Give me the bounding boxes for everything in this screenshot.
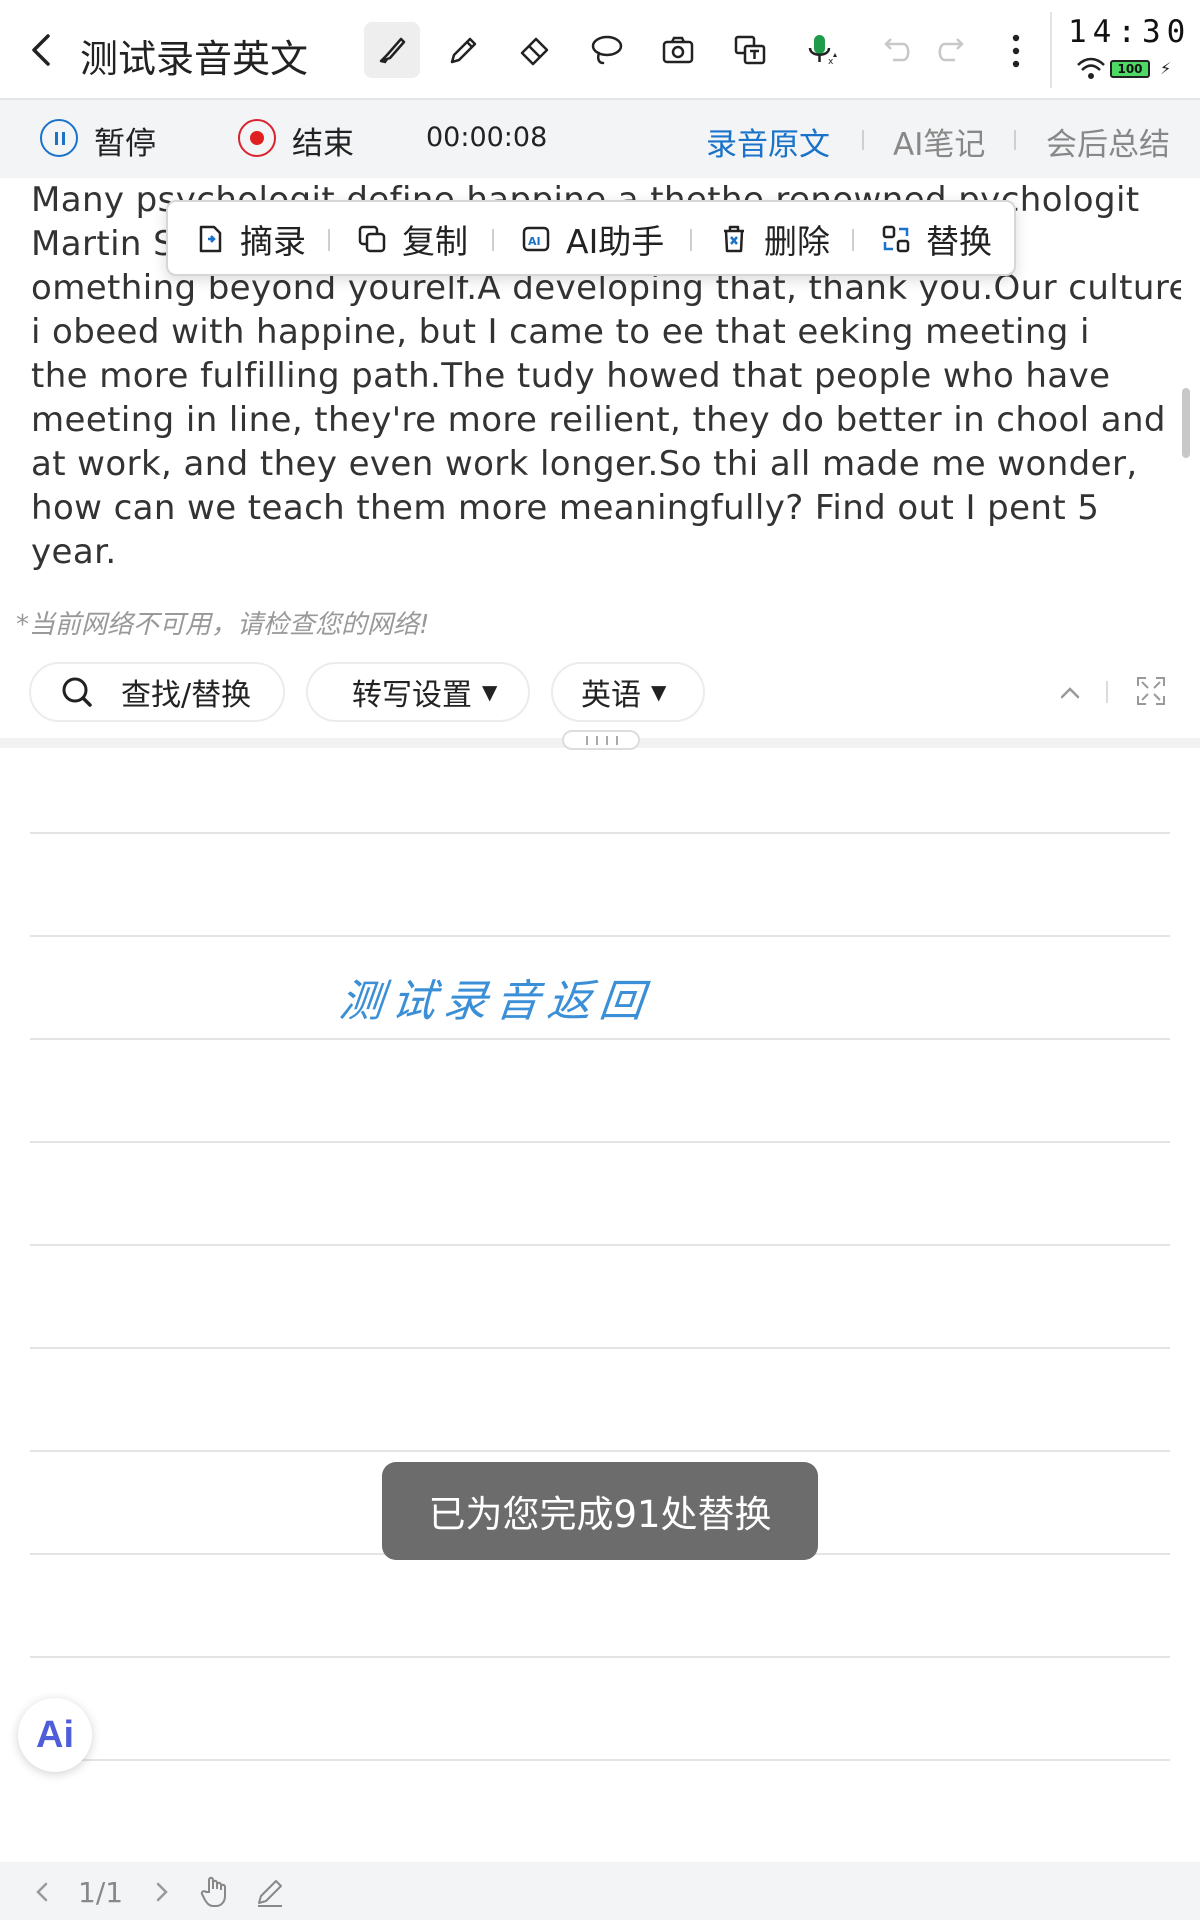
- notebook-line: [30, 1244, 1170, 1246]
- translate-icon[interactable]: [722, 22, 778, 78]
- fullscreen-icon[interactable]: [1134, 674, 1168, 708]
- svg-text:AI: AI: [528, 235, 541, 248]
- handwritten-note[interactable]: 测试录音返回: [337, 965, 656, 1029]
- page-indicator: 1/1: [78, 1876, 124, 1909]
- excerpt-label: 摘录: [240, 222, 306, 261]
- toast-message: 已为您完成91处替换: [382, 1462, 818, 1560]
- caret-down-icon: ▼: [482, 680, 498, 704]
- search-icon: [62, 677, 92, 707]
- copy-button[interactable]: 复制: [356, 216, 468, 262]
- ai-assistant-fab[interactable]: Ai: [18, 1698, 92, 1772]
- notebook-line: [30, 1656, 1170, 1658]
- pen-mode-icon[interactable]: [254, 1874, 286, 1908]
- pause-icon[interactable]: [40, 119, 78, 157]
- notebook-line: [30, 1759, 1170, 1761]
- language-dropdown[interactable]: 英语 ▼: [551, 662, 705, 722]
- stop-icon[interactable]: [238, 119, 276, 157]
- network-notice: *当前网络不可用，请检查您的网络!: [16, 610, 430, 640]
- transcript-line: i obeed with happine, but I came to ee t…: [31, 312, 1090, 352]
- chevron-left-icon[interactable]: [32, 1880, 52, 1904]
- drag-handle[interactable]: [562, 730, 640, 750]
- copy-label: 复制: [402, 222, 468, 261]
- caret-down-icon: ▼: [651, 680, 667, 704]
- notebook-line: [30, 1450, 1170, 1452]
- find-replace-label: 查找/替换: [121, 678, 252, 713]
- controls-divider: [1106, 681, 1108, 703]
- ai-assistant-label: AI助手: [566, 222, 665, 261]
- svg-text:x: x: [828, 57, 834, 67]
- hand-icon[interactable]: [198, 1874, 230, 1908]
- back-icon[interactable]: [22, 26, 62, 74]
- delete-label: 删除: [764, 222, 830, 261]
- transcript-line: the more fulfilling path.The tudy howed …: [31, 356, 1111, 396]
- transcript-line: how can we teach them more meaningfully?…: [31, 488, 1100, 528]
- replace-icon: [882, 225, 910, 253]
- transcribe-settings-label: 转写设置: [352, 678, 472, 713]
- more-icon[interactable]: [996, 24, 1036, 78]
- mic-icon[interactable]: x: [793, 22, 849, 78]
- ai-assistant-button[interactable]: AI AI助手: [520, 216, 664, 262]
- chevron-up-icon[interactable]: [1054, 676, 1086, 708]
- language-label: 英语: [581, 678, 641, 713]
- notebook-line: [30, 1038, 1170, 1040]
- excerpt-icon: [199, 225, 222, 253]
- wifi-icon: [1076, 57, 1106, 81]
- excerpt-button[interactable]: 摘录: [194, 216, 306, 262]
- charging-icon: ⚡: [1160, 59, 1172, 78]
- menu-divider: [328, 229, 330, 251]
- menu-divider: [492, 229, 494, 251]
- delete-icon: [724, 225, 744, 253]
- redo-icon[interactable]: [926, 22, 982, 78]
- chevron-right-icon[interactable]: [152, 1880, 172, 1904]
- recording-timer: 00:00:08: [426, 122, 548, 153]
- eraser-icon[interactable]: [507, 22, 563, 78]
- tab-ai-notes[interactable]: AI笔记: [893, 119, 985, 164]
- notebook-line: [30, 935, 1170, 937]
- pause-button[interactable]: 暂停: [94, 118, 156, 163]
- transcript-line: at work, and they even work longer.So th…: [31, 444, 1138, 484]
- tab-summary[interactable]: 会后总结: [1046, 119, 1170, 164]
- notebook-line: [30, 1141, 1170, 1143]
- transcribe-settings-dropdown[interactable]: 转写设置 ▼: [306, 662, 530, 722]
- brush-icon[interactable]: [364, 22, 420, 78]
- status-time: 14:30: [1068, 14, 1192, 50]
- notebook-line: [30, 832, 1170, 834]
- replace-label: 替换: [926, 222, 992, 261]
- bottom-bar: [0, 1862, 1200, 1920]
- menu-divider: [852, 229, 854, 251]
- tab-original-transcript[interactable]: 录音原文: [706, 119, 830, 164]
- transcript-scrollbar[interactable]: [1182, 388, 1190, 458]
- note-title: 测试录音英文: [80, 37, 309, 81]
- tab-divider: [1014, 130, 1016, 150]
- find-replace-button[interactable]: 查找/替换: [29, 662, 285, 722]
- copy-icon: [358, 225, 386, 253]
- pen-icon[interactable]: [436, 22, 492, 78]
- context-menu: 摘录 复制 AI AI助手 删除 替换: [166, 200, 1016, 276]
- replace-button[interactable]: 替换: [880, 216, 992, 262]
- tab-divider: [862, 130, 864, 150]
- notebook-line: [30, 1347, 1170, 1349]
- toolbar-divider: [1050, 12, 1052, 88]
- recording-bar: [0, 100, 1200, 178]
- camera-icon[interactable]: [650, 22, 706, 78]
- undo-icon[interactable]: [866, 22, 922, 78]
- battery-indicator: 100: [1110, 60, 1150, 78]
- end-button[interactable]: 结束: [292, 118, 354, 163]
- lasso-icon[interactable]: [578, 22, 634, 78]
- ai-assistant-icon: AI: [522, 226, 550, 252]
- menu-divider: [690, 229, 692, 251]
- ai-fab-label: Ai: [36, 1713, 74, 1756]
- transcript-line: meeting in line, they're more reilient, …: [31, 400, 1166, 440]
- delete-button[interactable]: 删除: [718, 216, 830, 262]
- transcript-line: year.: [31, 532, 117, 572]
